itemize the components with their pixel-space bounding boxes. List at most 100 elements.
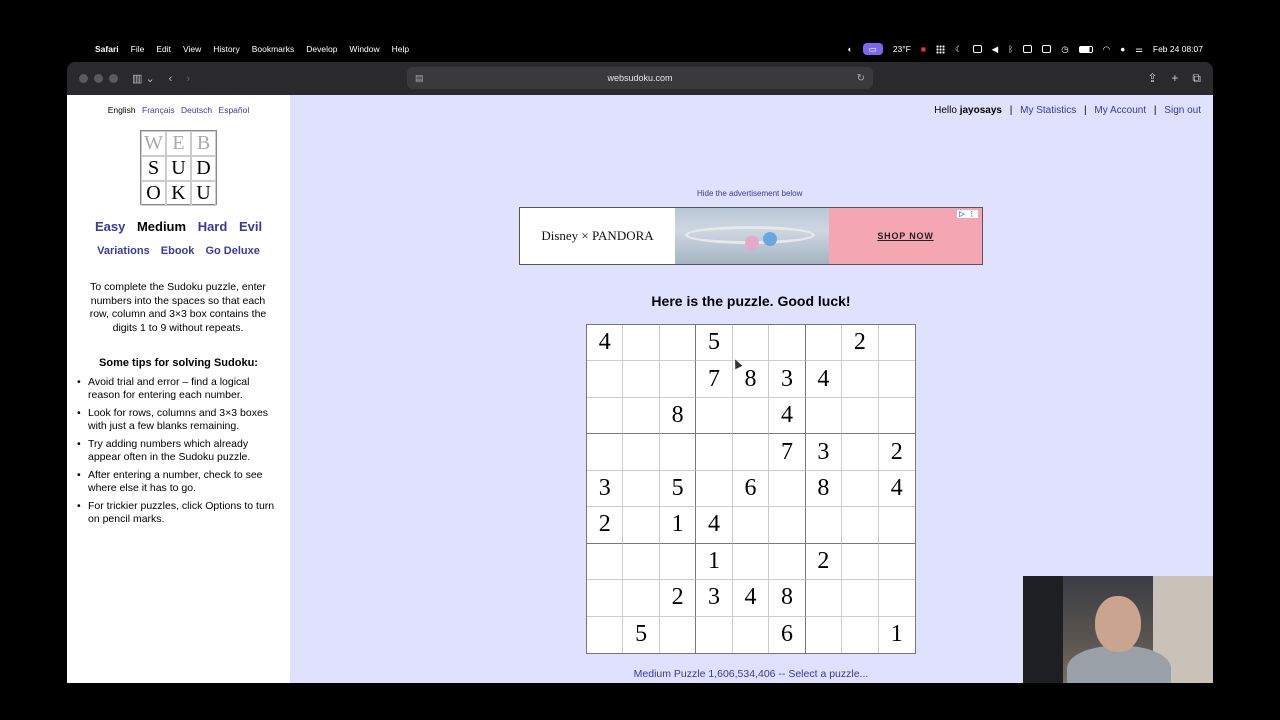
sudoku-empty-cell[interactable] <box>733 616 770 653</box>
page-menu-icon[interactable]: ▤ <box>415 73 424 84</box>
level-medium-link[interactable]: Medium <box>137 219 186 234</box>
grid-icon[interactable] <box>936 44 945 54</box>
sudoku-empty-cell[interactable] <box>623 580 660 617</box>
sudoku-empty-cell[interactable] <box>769 543 806 581</box>
sudoku-empty-cell[interactable] <box>842 543 879 581</box>
my-account-link[interactable]: My Account <box>1094 105 1146 116</box>
sudoku-empty-cell[interactable] <box>587 543 624 581</box>
sudoku-empty-cell[interactable] <box>878 361 915 398</box>
sudoku-empty-cell[interactable] <box>878 544 915 581</box>
sudoku-empty-cell[interactable] <box>805 507 843 544</box>
menu-help[interactable]: Help <box>386 40 415 58</box>
sudoku-empty-cell[interactable] <box>842 507 879 544</box>
sudoku-empty-cell[interactable] <box>805 580 843 617</box>
sudoku-empty-cell[interactable] <box>623 470 660 508</box>
bluetooth-icon[interactable]: ᛒ <box>1008 40 1013 58</box>
battery-icon[interactable] <box>1078 45 1093 53</box>
keyboard-icon[interactable] <box>1042 45 1052 53</box>
lang-german[interactable]: Deutsch <box>181 105 212 115</box>
lang-spanish[interactable]: Español <box>219 105 250 115</box>
variations-link[interactable]: Variations <box>97 245 150 257</box>
hide-ad-link[interactable]: Hide the advertisement below <box>697 189 802 198</box>
sudoku-empty-cell[interactable] <box>659 361 697 398</box>
level-evil-link[interactable]: Evil <box>239 219 262 234</box>
menu-bookmarks[interactable]: Bookmarks <box>246 40 301 58</box>
lang-french[interactable]: Français <box>142 105 175 115</box>
sudoku-empty-cell[interactable] <box>659 543 697 581</box>
zoom-window-button[interactable] <box>109 74 118 83</box>
menu-app-name[interactable]: Safari <box>89 40 125 58</box>
sudoku-empty-cell[interactable] <box>842 361 879 398</box>
sudoku-empty-cell[interactable] <box>587 397 624 435</box>
moon-icon[interactable]: ☾ <box>955 40 963 58</box>
new-tab-icon[interactable]: + <box>1171 71 1178 86</box>
siri-icon[interactable]: ● <box>1120 40 1125 58</box>
shop-now-button[interactable]: SHOP NOW ▷ ⋮ <box>829 208 982 264</box>
adchoices-icon[interactable]: ▷ ⋮ <box>957 210 978 218</box>
sudoku-empty-cell[interactable] <box>623 434 660 471</box>
sidebar-toggle-icon[interactable]: ▥ ⌄ <box>132 72 155 85</box>
sudoku-empty-cell[interactable] <box>769 470 806 508</box>
menu-edit[interactable]: Edit <box>150 40 177 58</box>
sudoku-empty-cell[interactable] <box>660 616 697 653</box>
window-icon[interactable] <box>1023 45 1033 53</box>
minimize-window-button[interactable] <box>94 74 103 83</box>
go-deluxe-link[interactable]: Go Deluxe <box>205 245 259 257</box>
sudoku-empty-cell[interactable] <box>732 507 770 544</box>
sudoku-empty-cell[interactable] <box>587 434 624 471</box>
lock-icon[interactable]: ■ <box>921 40 926 58</box>
sudoku-empty-cell[interactable] <box>732 543 770 581</box>
sudoku-empty-cell[interactable] <box>623 543 660 581</box>
sudoku-empty-cell[interactable] <box>696 434 733 471</box>
sudoku-empty-cell[interactable] <box>659 325 697 362</box>
sudoku-empty-cell[interactable] <box>696 470 733 508</box>
sudoku-empty-cell[interactable] <box>878 580 915 617</box>
sudoku-empty-cell[interactable] <box>769 507 806 544</box>
screen-record-icon[interactable]: ▭ <box>862 43 883 55</box>
control-center-icon[interactable]: ⚌ <box>1135 40 1143 58</box>
sudoku-empty-cell[interactable] <box>805 397 843 435</box>
level-easy-link[interactable]: Easy <box>95 219 125 234</box>
sudoku-empty-cell[interactable] <box>732 397 770 435</box>
sudoku-empty-cell[interactable] <box>878 325 915 362</box>
forward-icon[interactable]: › <box>186 73 190 85</box>
address-bar[interactable]: ▤ websudoku.com ↻ <box>407 67 873 89</box>
advertisement-banner[interactable]: Disney × PANDORA SHOP NOW ▷ ⋮ <box>519 207 983 265</box>
sudoku-empty-cell[interactable] <box>623 325 660 362</box>
tab-overview-icon[interactable]: ⧉ <box>1192 71 1201 86</box>
menu-file[interactable]: File <box>125 40 151 58</box>
menu-develop[interactable]: Develop <box>300 40 343 58</box>
sudoku-empty-cell[interactable] <box>587 361 624 398</box>
focus-icon[interactable]: ◐ <box>848 40 853 58</box>
sudoku-empty-cell[interactable] <box>878 398 915 435</box>
sudoku-empty-cell[interactable] <box>696 616 733 653</box>
puzzle-footer-link[interactable]: Medium Puzzle 1,606,534,406 -- Select a … <box>520 668 982 680</box>
websudoku-logo[interactable]: W E B S U D O K U <box>140 130 217 206</box>
sudoku-empty-cell[interactable] <box>842 470 879 508</box>
sudoku-empty-cell[interactable] <box>805 325 843 362</box>
sudoku-empty-cell[interactable] <box>769 325 806 362</box>
reload-icon[interactable]: ↻ <box>857 73 865 84</box>
sudoku-empty-cell[interactable] <box>587 616 624 653</box>
sudoku-empty-cell[interactable] <box>623 507 660 544</box>
sudoku-empty-cell[interactable] <box>732 434 770 471</box>
my-statistics-link[interactable]: My Statistics <box>1020 105 1076 116</box>
sudoku-empty-cell[interactable] <box>623 361 660 398</box>
sudoku-empty-cell[interactable] <box>842 434 879 471</box>
menu-history[interactable]: History <box>207 40 245 58</box>
ebook-link[interactable]: Ebook <box>161 245 195 257</box>
sudoku-empty-cell[interactable] <box>842 616 879 653</box>
sudoku-empty-cell[interactable] <box>842 397 879 435</box>
weather-readout[interactable]: 23°F <box>893 40 911 58</box>
close-window-button[interactable] <box>79 74 88 83</box>
sudoku-empty-cell[interactable] <box>623 397 660 435</box>
sign-out-link[interactable]: Sign out <box>1164 105 1201 116</box>
menu-window[interactable]: Window <box>343 40 385 58</box>
sudoku-empty-cell[interactable] <box>878 507 915 544</box>
clock-readout[interactable]: Feb 24 08:07 <box>1153 40 1203 58</box>
sudoku-empty-cell[interactable] <box>842 580 879 617</box>
back-icon[interactable]: ‹ <box>169 73 173 85</box>
clock-icon[interactable]: ◷ <box>1061 40 1068 58</box>
share-icon[interactable]: ⇪ <box>1147 71 1157 86</box>
sudoku-empty-cell[interactable] <box>587 580 624 617</box>
